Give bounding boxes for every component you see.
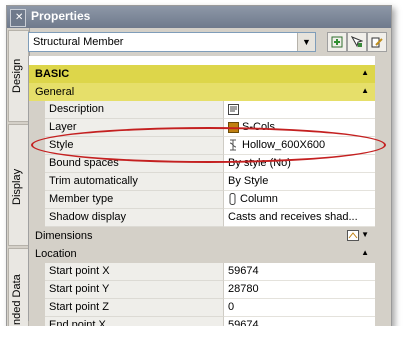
row-gutter	[29, 209, 45, 227]
property-row-start-point-x[interactable]: Start point X 59674	[29, 263, 375, 281]
chevron-down-icon[interactable]: ▼	[297, 33, 315, 51]
column-icon	[229, 193, 236, 206]
property-name: Shadow display	[45, 209, 224, 227]
palette-titlebar[interactable]: ✕ Properties	[7, 6, 391, 28]
property-name-text: Shadow display	[49, 211, 127, 223]
property-row-start-point-y[interactable]: Start point Y 28780	[29, 281, 375, 299]
tab-extended-data-label: nded Data	[11, 274, 23, 325]
property-value[interactable]	[224, 101, 375, 119]
property-value[interactable]: Column	[224, 191, 375, 209]
property-name-text: Start point Z	[49, 301, 109, 313]
property-value-text: 28780	[228, 283, 259, 295]
property-name-text: Start point Y	[49, 283, 110, 295]
select-objects-icon	[350, 36, 364, 48]
add-icon	[331, 36, 343, 48]
property-value-text: Casts and receives shad...	[228, 211, 358, 223]
collapse-icon[interactable]: ▲	[361, 86, 369, 95]
property-value-text: 0	[228, 301, 235, 313]
property-name-text: Description	[49, 103, 105, 115]
category-location-label: Location	[35, 248, 77, 260]
torn-edge	[0, 326, 407, 338]
collapse-icon[interactable]: ▲	[361, 248, 369, 257]
property-name: Start point Y	[45, 281, 224, 299]
row-gutter	[29, 191, 45, 209]
chevron-down-icon[interactable]: ▼	[361, 230, 369, 239]
property-row-trim-automatically[interactable]: Trim automatically By Style	[29, 173, 375, 191]
row-gutter	[29, 263, 45, 281]
property-value[interactable]: 0	[224, 299, 375, 317]
description-editor-icon[interactable]	[228, 103, 239, 115]
category-basic-label: BASIC	[35, 68, 70, 80]
category-dimensions[interactable]: Dimensions ▼	[29, 227, 375, 246]
object-type-value: Structural Member	[33, 36, 124, 48]
property-name: Start point Z	[45, 299, 224, 317]
property-name-text: Start point X	[49, 265, 110, 277]
property-row-description[interactable]: Description	[29, 101, 375, 119]
property-row-member-type[interactable]: Member type Column	[29, 191, 375, 209]
property-value[interactable]: 28780	[224, 281, 375, 299]
row-gutter	[29, 173, 45, 191]
property-grid: BASIC ▲ General ▲ Description Layer S-Co…	[28, 56, 375, 335]
close-icon: ✕	[15, 12, 24, 23]
property-value-text: 59674	[228, 265, 259, 277]
property-value-text: By Style	[228, 175, 269, 187]
property-name-text: Member type	[49, 193, 114, 205]
row-gutter	[29, 119, 45, 137]
property-value[interactable]: 59674	[224, 263, 375, 281]
property-value[interactable]: Casts and receives shad...	[224, 209, 375, 227]
palette-title: Properties	[31, 9, 91, 23]
property-value-text: Column	[240, 193, 278, 205]
row-gutter	[29, 101, 45, 119]
property-name: Member type	[45, 191, 224, 209]
object-type-combo[interactable]: Structural Member ▼	[28, 32, 316, 52]
annotation-ellipse	[31, 127, 386, 163]
tab-design-label: Design	[11, 58, 23, 93]
tab-display[interactable]: Display	[8, 124, 29, 246]
collapse-icon[interactable]: ▲	[361, 68, 369, 77]
select-objects-button[interactable]	[347, 32, 367, 52]
close-button[interactable]: ✕	[10, 9, 26, 27]
category-general-label: General	[35, 86, 75, 98]
tab-display-label: Display	[11, 168, 23, 205]
add-button[interactable]	[327, 32, 347, 52]
category-basic[interactable]: BASIC ▲	[29, 65, 375, 84]
category-location[interactable]: Location ▲	[29, 245, 375, 264]
row-gutter	[29, 155, 45, 173]
property-name: Start point X	[45, 263, 224, 281]
quick-edit-button[interactable]	[367, 32, 387, 52]
side-tab-bar: Design Display nded Data	[7, 28, 30, 327]
property-name: Description	[45, 101, 224, 119]
property-name-text: Layer	[49, 121, 77, 133]
tab-design[interactable]: Design	[8, 30, 29, 122]
tab-extended-data[interactable]: nded Data	[8, 248, 29, 327]
property-row-shadow-display[interactable]: Shadow display Casts and receives shad..…	[29, 209, 375, 227]
property-row-start-point-z[interactable]: Start point Z 0	[29, 299, 375, 317]
category-dimensions-label: Dimensions	[35, 230, 93, 242]
category-general[interactable]: General ▲	[29, 83, 375, 102]
edit-icon	[371, 37, 383, 48]
property-name-text: Trim automatically	[49, 175, 138, 187]
property-value[interactable]: By Style	[224, 173, 375, 191]
row-gutter	[29, 281, 45, 299]
dimension-display-icon[interactable]	[347, 230, 359, 241]
row-gutter	[29, 299, 45, 317]
property-name: Trim automatically	[45, 173, 224, 191]
